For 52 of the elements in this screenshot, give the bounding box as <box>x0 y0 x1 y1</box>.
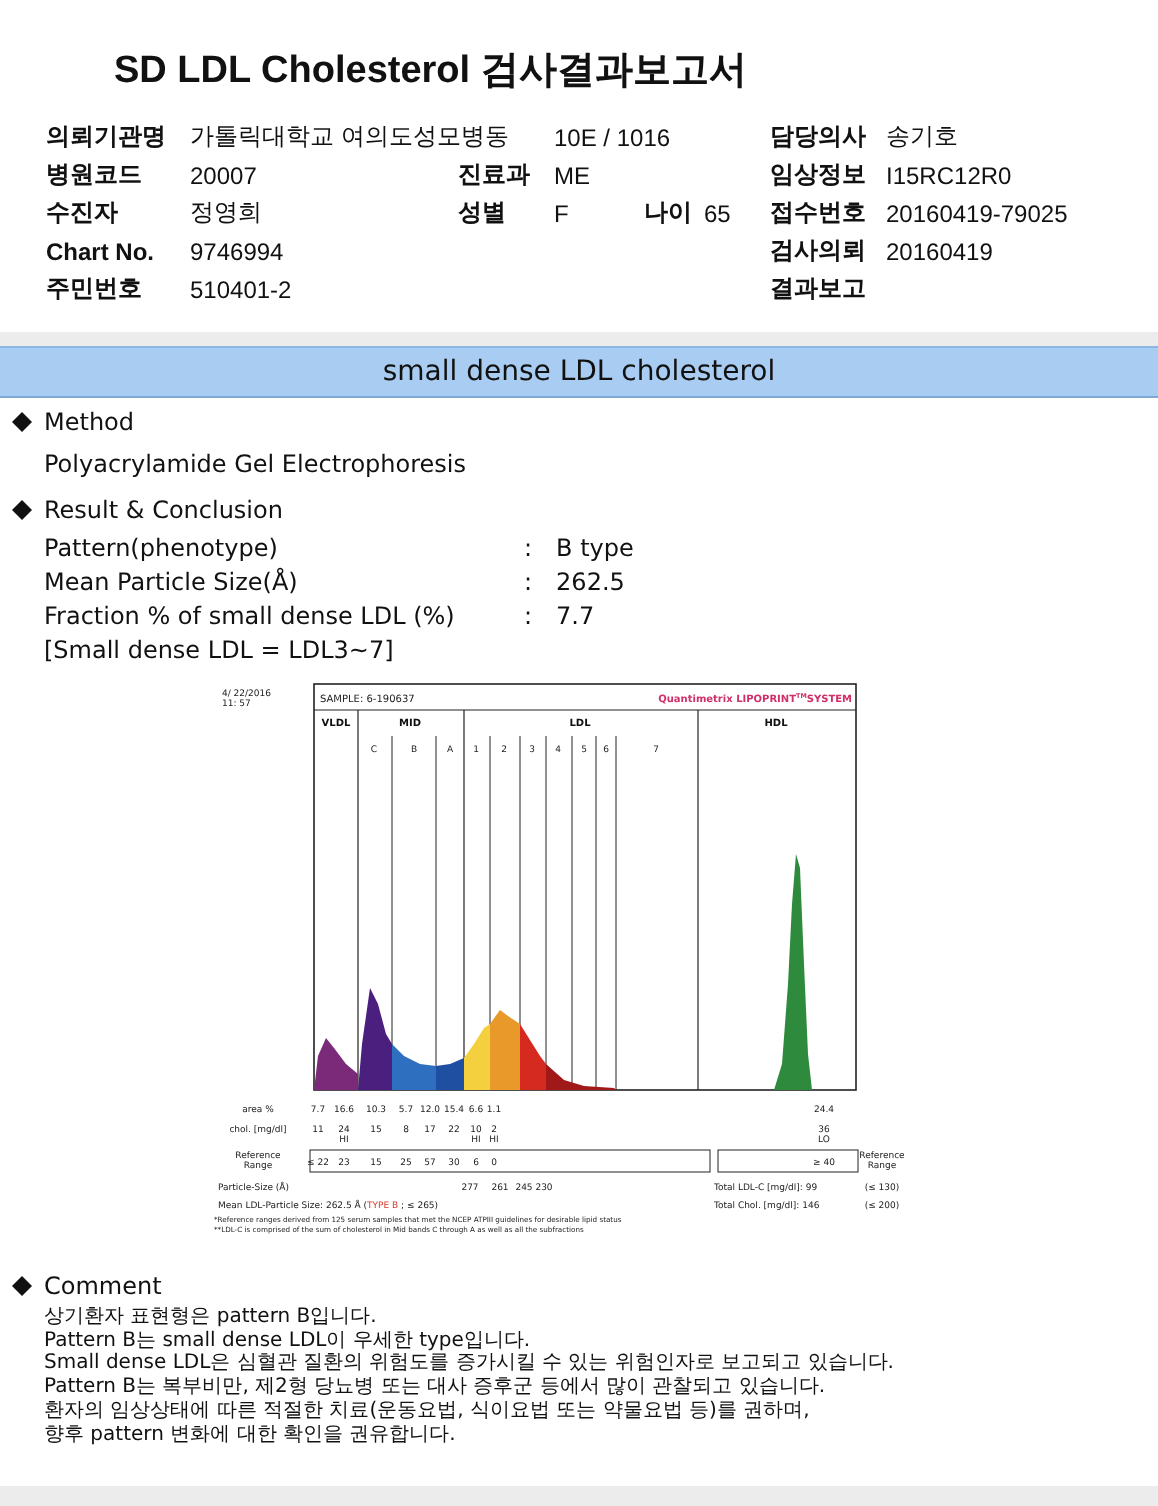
section-banner: small dense LDL cholesterol <box>0 346 1158 398</box>
field-label: 검사의뢰 <box>770 234 866 268</box>
field-label: 수진자 <box>46 196 118 230</box>
field-label: 진료과 <box>458 158 530 192</box>
colon-separator: : <box>524 568 533 596</box>
result-value: B type <box>556 534 634 562</box>
field-value: I15RC12R0 <box>886 161 1012 189</box>
section-heading: Comment <box>44 1272 162 1300</box>
field-label: 접수번호 <box>770 196 866 230</box>
field-value: 20160419-79025 <box>886 199 1068 227</box>
result-value: 262.5 <box>556 568 625 596</box>
comment-line: 향후 pattern 변화에 대한 확인을 권유합니다. <box>44 1423 458 1447</box>
colon-separator: : <box>524 534 533 562</box>
field-value: 20007 <box>190 161 257 189</box>
field-value: ME <box>554 161 590 189</box>
diamond-bullet-icon <box>12 500 32 520</box>
field-label: 병원코드 <box>46 158 142 192</box>
section-heading: Result & Conclusion <box>44 496 283 524</box>
method-text: Polyacrylamide Gel Electrophoresis <box>42 450 468 478</box>
report-title: SD LDL Cholesterol 검사결과보고서 <box>112 48 749 96</box>
comment-line: Pattern B는 복부비만, 제2형 당뇨병 또는 대사 증후군 등에서 많이 관찰되고 있습니다. <box>44 1376 828 1400</box>
field-value: 가톨릭대학교 여의도성모병동 <box>190 120 509 154</box>
field-value: 65 <box>704 199 731 227</box>
comment-line: 상기환자 표현형은 pattern B입니다. <box>44 1306 379 1330</box>
reference-range-frame <box>717 1149 859 1173</box>
field-label: 임상정보 <box>770 158 866 192</box>
field-value: 정영희 <box>190 196 262 230</box>
diamond-bullet-icon <box>12 412 32 432</box>
field-label: 의뢰기관명 <box>46 120 166 154</box>
result-note: [Small dense LDL = LDL3~7] <box>42 636 396 664</box>
field-value: F <box>554 199 569 227</box>
result-value: 7.7 <box>556 602 595 630</box>
field-label: 성별 <box>458 196 506 230</box>
field-value: 510401-2 <box>190 275 292 303</box>
comment-line: Pattern B는 small dense LDL이 우세한 type입니다. <box>44 1329 533 1352</box>
result-label: Fraction % of small dense LDL (%) <box>44 602 457 630</box>
field-value: 9746994 <box>190 237 284 265</box>
field-value: 20160419 <box>886 237 993 265</box>
comment-line: 환자의 임상상태에 따른 적절한 치료(운동요법, 식이요법 또는 약물요법 등)를 권하며, <box>44 1399 812 1424</box>
comment-line: Small dense LDL은 심혈관 질환의 위험도를 증가시킬 수 있는 위험인자로 보고되고 있습니다. <box>44 1352 896 1377</box>
field-label: 나이 <box>644 196 692 230</box>
result-label: Mean Particle Size(Å) <box>44 568 300 596</box>
field-label: Chart No. <box>46 237 154 265</box>
field-label: 주민번호 <box>46 272 142 306</box>
result-label: Pattern(phenotype) <box>44 534 280 562</box>
section-heading: Method <box>44 408 135 436</box>
diamond-bullet-icon <box>12 1276 32 1296</box>
field-label: 결과보고 <box>770 272 866 306</box>
field-value: 10E / 1016 <box>554 123 671 151</box>
field-value: 송기호 <box>886 120 958 154</box>
field-label: 담당의사 <box>770 120 866 154</box>
colon-separator: : <box>524 602 533 630</box>
